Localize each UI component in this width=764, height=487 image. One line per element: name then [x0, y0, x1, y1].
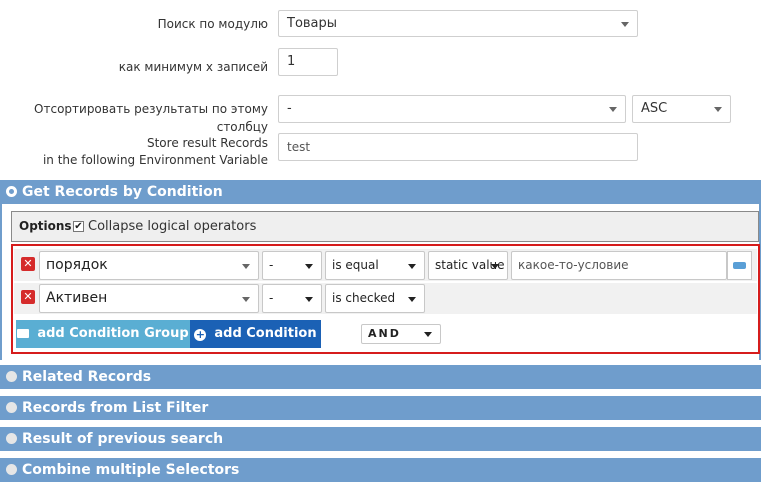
radio-icon[interactable] — [6, 402, 17, 413]
condition-field-value: порядок — [46, 257, 108, 273]
section-title: Related Records — [22, 369, 152, 385]
checkbox-checked-icon[interactable]: ✔ — [73, 221, 84, 232]
section-title: Records from List Filter — [22, 400, 209, 416]
sort-column-value: - — [287, 101, 292, 116]
condition-modifier-select[interactable]: - — [262, 284, 322, 313]
section-combine-multiple-selectors[interactable]: Combine multiple Selectors — [0, 458, 761, 482]
min-records-input[interactable]: 1 — [278, 48, 338, 76]
condition-value-text: какое-то-условие — [518, 258, 629, 272]
chevron-down-icon — [491, 263, 499, 269]
condition-operator-select[interactable]: is checked — [325, 284, 425, 313]
plus-circle-icon: + — [194, 328, 207, 341]
condition-field-select[interactable]: порядок — [39, 251, 259, 280]
logic-operator-select[interactable]: AND — [361, 324, 441, 344]
chevron-down-icon — [408, 296, 416, 302]
logic-operator-value: AND — [368, 327, 401, 340]
condition-field-select[interactable]: Активен — [39, 284, 259, 313]
module-label: Поиск по модулю — [157, 17, 268, 31]
condition-field-value: Активен — [46, 290, 108, 306]
sort-order-value: ASC — [641, 101, 668, 116]
collapse-operators-label[interactable]: Collapse logical operators — [88, 219, 256, 234]
chevron-down-icon — [714, 107, 722, 112]
close-icon[interactable]: ✕ — [21, 257, 35, 271]
condition-modifier-value: - — [269, 291, 274, 305]
radio-icon[interactable] — [6, 186, 17, 197]
condition-operator-value: is equal — [332, 258, 379, 272]
toggle-icon — [733, 262, 746, 269]
env-variable-input[interactable]: test — [278, 133, 638, 161]
options-label: Options: — [19, 219, 77, 233]
condition-operator-select[interactable]: is equal — [325, 251, 425, 280]
add-condition-group-label: add Condition Group — [37, 326, 189, 341]
add-condition-button[interactable]: + add Condition — [190, 320, 321, 348]
store-result-label-2: in the following Environment Variable — [42, 153, 268, 167]
condition-modifier-value: - — [269, 258, 274, 272]
sort-order-select[interactable]: ASC — [632, 95, 731, 123]
chevron-down-icon — [609, 107, 617, 112]
module-select[interactable]: Товары — [278, 10, 638, 37]
folder-open-icon — [17, 329, 30, 338]
section-records-from-list-filter[interactable]: Records from List Filter — [0, 396, 761, 420]
chevron-down-icon — [408, 263, 416, 269]
section-title: Get Records by Condition — [22, 184, 223, 200]
add-condition-label: add Condition — [214, 326, 317, 341]
chevron-down-icon — [305, 263, 313, 269]
condition-modifier-select[interactable]: - — [262, 251, 322, 280]
radio-icon[interactable] — [6, 464, 17, 475]
condition-operator-value: is checked — [332, 291, 396, 305]
condition-value-type-select[interactable]: static value — [428, 251, 508, 280]
options-bar: Options: ✔ Collapse logical operators — [11, 211, 759, 242]
section-title: Result of previous search — [22, 431, 224, 447]
radio-icon[interactable] — [6, 433, 17, 444]
module-select-value: Товары — [287, 16, 338, 31]
radio-icon[interactable] — [6, 371, 17, 382]
env-variable-value: test — [287, 140, 311, 154]
add-condition-group-button[interactable]: add Condition Group — [16, 320, 190, 348]
chevron-down-icon — [621, 21, 629, 27]
section-result-of-previous-search[interactable]: Result of previous search — [0, 427, 761, 451]
section-get-records-by-condition[interactable]: Get Records by Condition — [0, 180, 761, 204]
chevron-down-icon — [242, 263, 250, 269]
close-icon[interactable]: ✕ — [21, 290, 35, 304]
min-records-value: 1 — [287, 54, 296, 69]
sort-column-select[interactable]: - — [278, 95, 626, 123]
chevron-down-icon — [305, 296, 313, 302]
section-related-records[interactable]: Related Records — [0, 365, 761, 389]
chevron-down-icon — [242, 296, 250, 302]
toggle-button[interactable] — [727, 251, 752, 280]
chevron-down-icon — [424, 332, 432, 337]
store-result-label: Store result Records — [146, 136, 268, 150]
section-title: Combine multiple Selectors — [22, 462, 240, 478]
min-records-label: как минимум x записей — [118, 60, 268, 74]
sort-label: Отсортировать результаты по этому столбц… — [34, 102, 268, 134]
condition-value-input[interactable]: какое-то-условие — [511, 251, 727, 280]
